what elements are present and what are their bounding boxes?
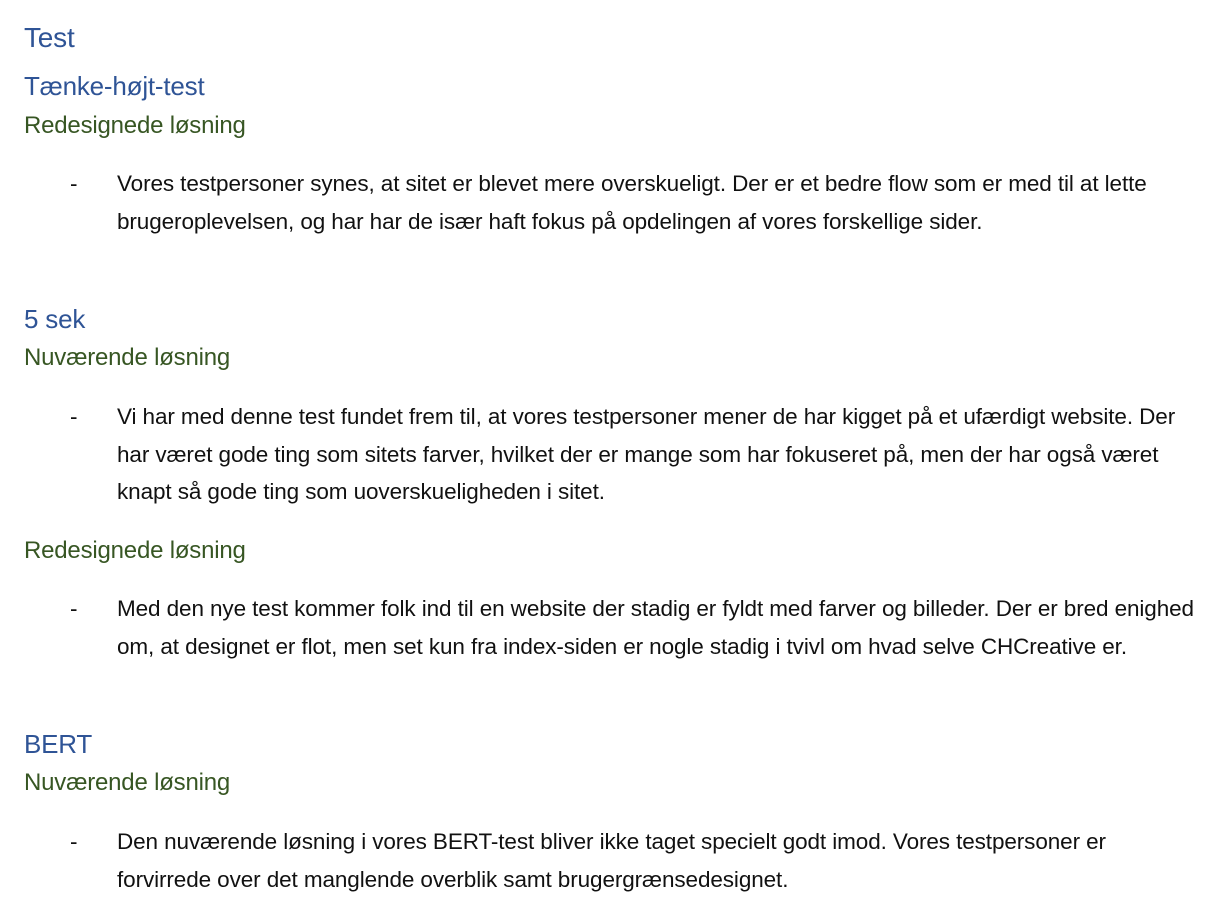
bullet-fivesec-current: - Vi har med denne test fundet frem til,…: [24, 398, 1205, 511]
bullet-text: Vores testpersoner synes, at sitet er bl…: [117, 171, 1147, 234]
bullet-text: Med den nye test kommer folk ind til en …: [117, 596, 1194, 659]
subheading-thinkaloud-redesign: Redesignede løsning: [24, 112, 246, 139]
bullet-text: Vi har med denne test fundet frem til, a…: [117, 404, 1176, 504]
bullet-fivesec-redesign: - Med den nye test kommer folk ind til e…: [24, 590, 1212, 665]
bullet-thinkaloud-redesign: - Vores testpersoner synes, at sitet er …: [24, 165, 1205, 240]
bullet-dash: -: [70, 596, 78, 621]
bullet-bert-current: - Den nuværende løsning i vores BERT-tes…: [24, 823, 1197, 898]
heading-fivesec: 5 sek: [24, 304, 86, 334]
subheading-fivesec-redesign: Redesignede løsning: [24, 537, 246, 564]
subheading-fivesec-current: Nuværende løsning: [24, 344, 231, 371]
bullet-dash: -: [70, 171, 78, 196]
heading-bert: BERT: [24, 729, 93, 759]
bullet-dash: -: [70, 829, 78, 854]
bullet-text: Den nuværende løsning i vores BERT-test …: [117, 829, 1106, 892]
heading-test: Test: [24, 22, 75, 53]
bullet-dash: -: [70, 404, 78, 429]
heading-thinkaloud: Tænke-højt-test: [24, 71, 205, 101]
subheading-bert-current: Nuværende løsning: [24, 769, 231, 796]
